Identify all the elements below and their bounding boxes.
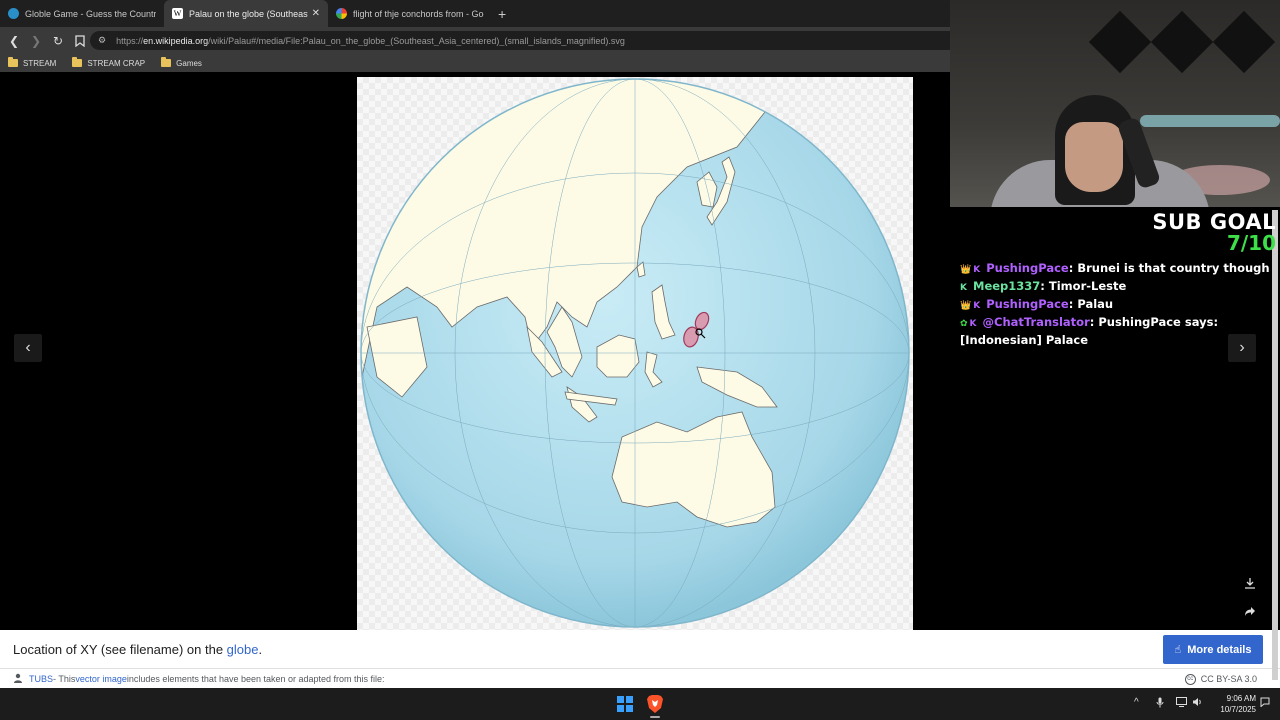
google-icon: [336, 8, 347, 19]
folder-icon: [8, 57, 18, 67]
tab-google-search[interactable]: flight of thje conchords from - Google..…: [328, 0, 492, 27]
chat-message: 👑 K PushingPace: Brunei is that country t…: [960, 261, 1270, 275]
k-badge-icon: K: [969, 319, 977, 329]
tab-label: flight of thje conchords from - Google..…: [353, 8, 484, 19]
site-settings-icon[interactable]: ⚙: [98, 35, 106, 46]
caption-text: Location of XY (see filename) on the glo…: [13, 641, 263, 657]
microphone-icon[interactable]: [1156, 697, 1164, 711]
download-icon[interactable]: [1241, 574, 1259, 592]
user-icon: [13, 673, 23, 685]
folder-icon: [72, 57, 83, 67]
chevron-left-icon: ‹: [25, 339, 31, 356]
volume-icon[interactable]: [1192, 697, 1203, 710]
system-clock[interactable]: 9:06 AM 10/7/2025: [1206, 693, 1256, 715]
image-caption: Location of XY (see filename) on the glo…: [0, 630, 1280, 668]
globe-image: [357, 77, 913, 630]
k-badge-icon: K: [973, 301, 981, 311]
k-badge-icon: K: [960, 283, 967, 293]
crown-badge-icon: 👑: [960, 265, 972, 275]
more-details-button[interactable]: ☝ More details: [1163, 635, 1263, 664]
license-badge[interactable]: cc CC BY-SA 3.0: [1184, 669, 1257, 689]
wikipedia-icon: W: [172, 8, 183, 19]
globe-icon: [8, 8, 19, 19]
folder-icon: [161, 57, 172, 67]
notification-icon[interactable]: [1260, 697, 1270, 710]
tab-wikipedia-palau[interactable]: W Palau on the globe (Southeast Asia... …: [164, 0, 328, 27]
vector-image-link[interactable]: vector image: [75, 674, 127, 684]
brave-browser-icon[interactable]: [646, 694, 664, 714]
back-icon[interactable]: ❮: [4, 31, 24, 51]
close-icon[interactable]: ✕: [312, 8, 320, 19]
network-icon[interactable]: [1176, 697, 1187, 710]
bookmarks-bar: STREAM STREAM CRAP Games: [0, 54, 950, 72]
bookmark-folder-stream[interactable]: STREAM: [8, 57, 56, 68]
tab-label: Globle Game - Guess the Country: [25, 8, 156, 19]
chevron-up-icon[interactable]: ^: [1134, 697, 1139, 708]
navigation-bar: ❮ ❯ ↻ ⚙ https://en.wikipedia.org/wiki/Pa…: [0, 27, 950, 54]
crown-badge-icon: 👑: [960, 301, 972, 311]
reload-icon[interactable]: ↻: [48, 31, 68, 51]
forward-icon[interactable]: ❯: [26, 31, 46, 51]
windows-start-icon[interactable]: [617, 696, 633, 712]
share-icon[interactable]: [1241, 602, 1259, 620]
tab-label: Palau on the globe (Southeast Asia...: [189, 8, 308, 19]
chat-message: 👑 K PushingPace: Palau: [960, 297, 1114, 311]
streamer-webcam: [950, 0, 1280, 207]
attribution-bar: TUBS - This vector image includes elemen…: [0, 668, 1280, 688]
tab-strip: Globle Game - Guess the Country W Palau …: [0, 0, 950, 27]
author-link[interactable]: TUBS: [29, 674, 53, 684]
bookmark-folder-games[interactable]: Games: [161, 57, 202, 68]
tab-globle[interactable]: Globle Game - Guess the Country: [0, 0, 164, 27]
url-text: https://en.wikipedia.org/wiki/Palau#/med…: [116, 35, 625, 46]
windows-taskbar: [0, 688, 1280, 720]
active-app-indicator: [650, 716, 660, 718]
creative-commons-icon: cc: [1184, 673, 1196, 685]
globe-map: [360, 78, 910, 628]
chat-message: ✿ K @ChatTranslator: PushingPace says: [I…: [960, 315, 1219, 347]
k-badge-icon: K: [973, 265, 981, 275]
new-tab-button[interactable]: +: [498, 6, 506, 22]
bookmark-icon[interactable]: [70, 31, 90, 51]
stream-chat: 👑 K PushingPace: Brunei is that country t…: [960, 260, 1275, 348]
globe-link[interactable]: globe: [227, 642, 259, 657]
bookmark-folder-stream-crap[interactable]: STREAM CRAP: [72, 57, 145, 68]
chat-message: K Meep1337: Timor-Leste: [960, 279, 1127, 293]
address-bar[interactable]: ⚙ https://en.wikipedia.org/wiki/Palau#/m…: [90, 31, 950, 50]
gear-badge-icon: ✿: [960, 319, 968, 329]
sub-goal-count: 7/10: [1226, 231, 1276, 255]
pointer-hand-icon: ☝: [1174, 644, 1182, 656]
previous-image-button[interactable]: ‹: [14, 334, 42, 362]
